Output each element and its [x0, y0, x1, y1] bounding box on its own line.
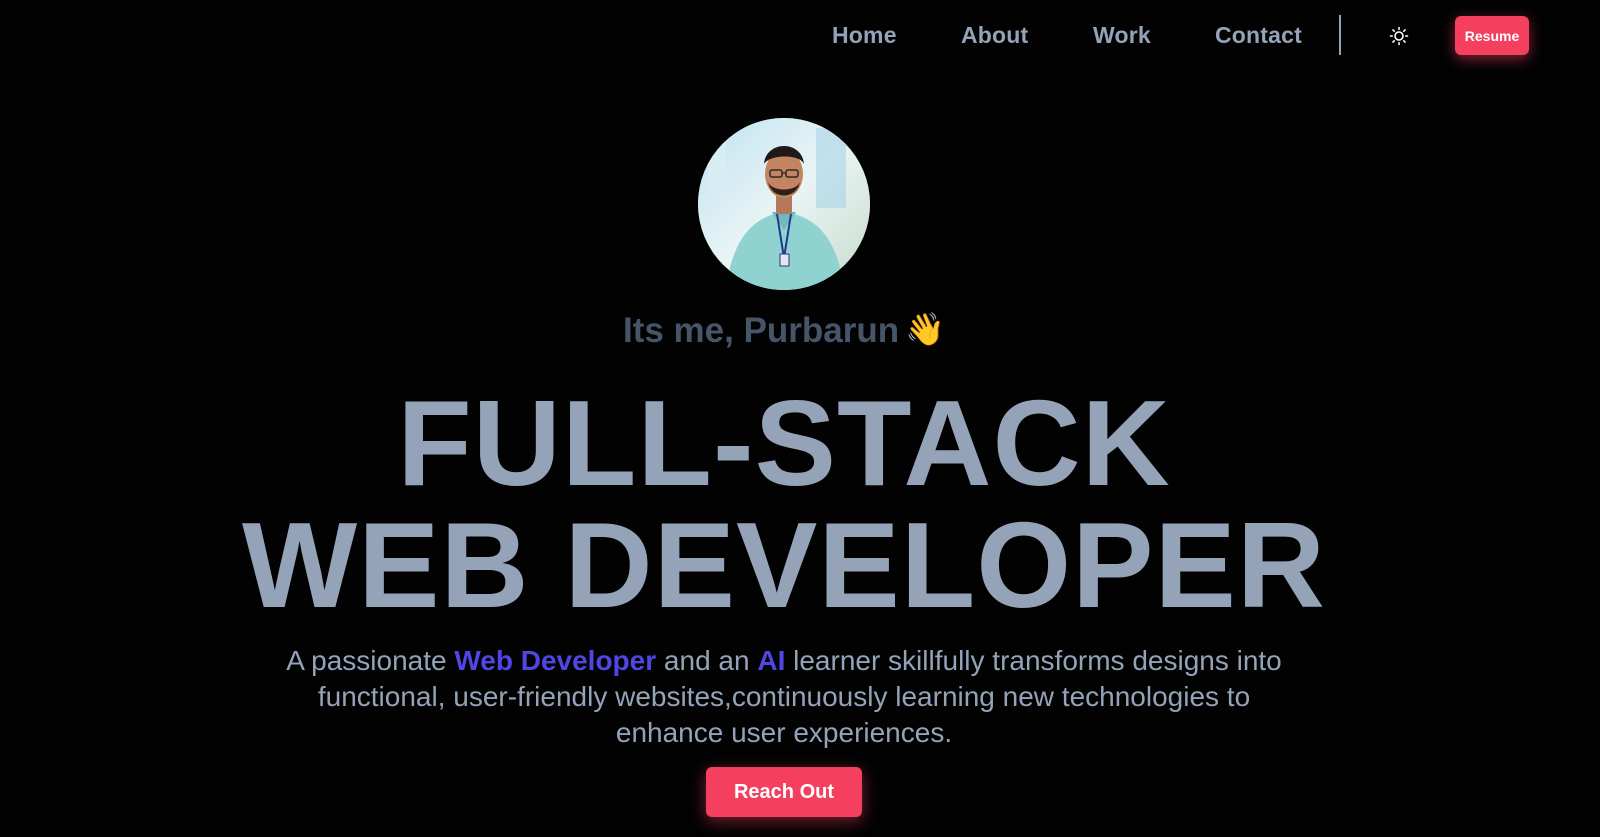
bio-paragraph: A passionate Web Developer and an AI lea…	[284, 643, 1284, 751]
theme-toggle-button[interactable]	[1385, 22, 1413, 50]
resume-button[interactable]: Resume	[1455, 16, 1529, 55]
greeting-text: Its me, Purbarun	[622, 311, 900, 350]
profile-photo	[698, 118, 870, 290]
nav-divider	[1339, 15, 1341, 55]
sun-icon	[1389, 26, 1409, 46]
bio-text-2: and an	[656, 645, 758, 676]
nav-about-link[interactable]: About	[961, 22, 1028, 49]
top-nav: Home About Work Contact Resume	[0, 0, 1568, 74]
headline-line-1: FULL-STACK	[397, 375, 1171, 511]
bio-highlight-ai: AI	[757, 645, 786, 676]
reach-out-button[interactable]: Reach Out	[706, 767, 862, 817]
nav-home-link[interactable]: Home	[832, 22, 897, 49]
scrollbar-track[interactable]	[1568, 0, 1600, 837]
headline-line-2: WEB DEVELOPER	[241, 497, 1326, 633]
waving-hand-icon: 👋	[905, 310, 945, 348]
greeting: Its me, Purbarun 👋	[0, 310, 1568, 351]
nav-work-link[interactable]: Work	[1093, 22, 1151, 49]
profile-avatar	[698, 118, 870, 290]
portfolio-page: Home About Work Contact Resume Its me, P…	[0, 0, 1568, 837]
bio-text-1: A passionate	[286, 645, 455, 676]
bio-highlight-web-developer: Web Developer	[454, 645, 657, 676]
nav-contact-link[interactable]: Contact	[1215, 22, 1302, 49]
